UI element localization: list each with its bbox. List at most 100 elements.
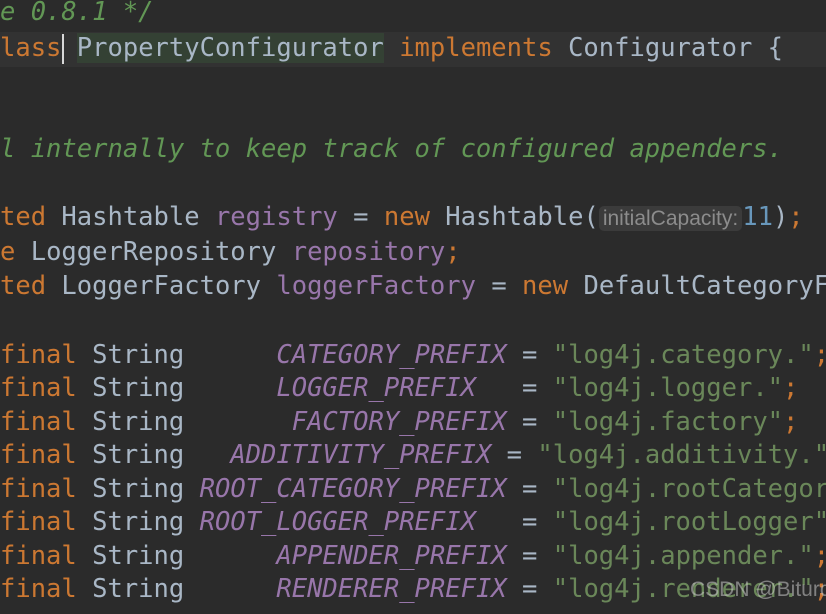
semicolon: ;: [814, 340, 826, 370]
constructor-hashtable[interactable]: Hashtable(: [445, 202, 599, 232]
sp: [537, 474, 552, 504]
assign-operator: =: [522, 407, 538, 437]
code-line-constant[interactable]: final String FACTORY_PREFIX = "log4j.fac…: [0, 406, 826, 440]
keyword-final: final: [0, 340, 77, 370]
sp: [77, 407, 92, 437]
modifier-protected: ted: [0, 202, 47, 232]
assign-operator: =: [506, 440, 523, 470]
code-line-repository-declaration[interactable]: e LoggerRepository repository;: [0, 236, 826, 270]
semicolon: ;: [788, 202, 804, 232]
constant-name[interactable]: FACTORY_PREFIX: [292, 407, 507, 437]
keyword-final: final: [0, 407, 77, 437]
space-12: [46, 271, 61, 301]
sp: [77, 507, 92, 537]
keyword-final: final: [0, 474, 77, 504]
field-repository[interactable]: repository: [292, 237, 446, 267]
type-string[interactable]: String: [92, 373, 184, 403]
modifier-protected-2: ted: [0, 271, 47, 301]
type-string[interactable]: String: [92, 340, 184, 370]
sp: [537, 541, 552, 571]
keyword-final: final: [0, 541, 77, 571]
sp: [507, 407, 522, 437]
type-string[interactable]: String: [92, 407, 184, 437]
parameter-inlay-hint[interactable]: initialCapacity:: [598, 206, 743, 231]
class-name-identifier[interactable]: PropertyConfigurator: [76, 33, 384, 63]
code-line-constant[interactable]: final String ADDITIVITY_PREFIX = "log4j.…: [0, 439, 826, 473]
assign-operator: =: [522, 340, 538, 370]
code-line-constant[interactable]: final String CATEGORY_PREFIX = "log4j.ca…: [0, 339, 826, 373]
code-line-constant[interactable]: final String ROOT_CATEGORY_PREFIX = "log…: [0, 473, 826, 507]
space-5: [46, 202, 61, 232]
code-line-constant[interactable]: final String LOGGER_PREFIX = "log4j.logg…: [0, 372, 826, 406]
assign-operator: =: [522, 373, 538, 403]
assign-operator: =: [522, 574, 538, 604]
field-loggerfactory[interactable]: loggerFactory: [276, 271, 476, 301]
constant-name[interactable]: APPENDER_PREFIX: [276, 541, 506, 571]
space-10: [15, 237, 30, 267]
sp: [77, 574, 92, 604]
type-loggerrepository[interactable]: LoggerRepository: [31, 237, 277, 267]
string-literal: "log4j.appender.": [552, 541, 814, 571]
type-string[interactable]: String: [92, 507, 184, 537]
sp: [507, 373, 522, 403]
type-hashtable[interactable]: Hashtable: [61, 202, 199, 232]
alignment-padding: [184, 340, 276, 370]
keyword-new-2: new: [522, 271, 569, 301]
string-literal: "log4j.logger.": [552, 373, 784, 403]
space-6: [200, 202, 215, 232]
type-string[interactable]: String: [92, 541, 184, 571]
sp: [77, 541, 92, 571]
alignment-padding: [184, 407, 291, 437]
sp: [537, 574, 552, 604]
constant-name[interactable]: ROOT_LOGGER_PREFIX: [200, 507, 507, 537]
type-string[interactable]: String: [92, 474, 184, 504]
string-literal: "log4j.rootCategory: [552, 474, 826, 504]
space-15: [507, 271, 522, 301]
space-14: [476, 271, 491, 301]
sp: [507, 507, 522, 537]
type-string[interactable]: String: [92, 440, 184, 470]
javadoc-comment-text: e 0.8.1 */: [0, 0, 154, 27]
constructor-defaultcategoryfactory[interactable]: DefaultCategoryFac: [583, 271, 826, 301]
sp: [507, 541, 522, 571]
modifier-private: e: [0, 237, 16, 267]
code-line-constant[interactable]: final String RENDERER_PREFIX = "log4j.re…: [0, 573, 826, 607]
constant-name[interactable]: CATEGORY_PREFIX: [276, 340, 506, 370]
semicolon: ;: [783, 407, 799, 437]
space-3: [553, 33, 568, 63]
open-brace: {: [767, 33, 784, 63]
space-7: [338, 202, 353, 232]
alignment-padding: [184, 574, 276, 604]
assign-operator: =: [522, 541, 538, 571]
alignment-padding: [184, 373, 276, 403]
interface-name[interactable]: Configurator: [568, 33, 752, 63]
constant-name[interactable]: LOGGER_PREFIX: [276, 373, 506, 403]
space-4: [752, 33, 767, 63]
keyword-implements: implements: [399, 33, 553, 63]
type-loggerfactory[interactable]: LoggerFactory: [61, 271, 261, 301]
sp: [522, 440, 537, 470]
constant-name[interactable]: ADDITIVITY_PREFIX: [230, 440, 491, 470]
space-16: [568, 271, 583, 301]
code-line-javadoc-tail[interactable]: e 0.8.1 */: [0, 0, 826, 30]
semicolon: ;: [783, 373, 799, 403]
alignment-padding: [184, 541, 276, 571]
sp: [537, 340, 552, 370]
field-registry[interactable]: registry: [215, 202, 338, 232]
keyword-final: final: [0, 507, 77, 537]
code-line-constant[interactable]: final String ROOT_LOGGER_PREFIX = "log4j…: [0, 506, 826, 540]
type-string[interactable]: String: [92, 574, 184, 604]
code-line-class-declaration[interactable]: lass PropertyConfigurator implements Con…: [0, 32, 826, 66]
assign-operator: =: [353, 202, 369, 232]
code-line-constant[interactable]: final String APPENDER_PREFIX = "log4j.ap…: [0, 540, 826, 574]
constant-name[interactable]: RENDERER_PREFIX: [276, 574, 506, 604]
number-literal: 11: [742, 202, 773, 232]
code-line-logger-factory-declaration[interactable]: ted LoggerFactory loggerFactory = new De…: [0, 270, 826, 304]
constant-name[interactable]: ROOT_CATEGORY_PREFIX: [200, 474, 507, 504]
text-caret: [62, 34, 64, 64]
alignment-padding: [184, 474, 199, 504]
code-editor[interactable]: e 0.8.1 */ lass PropertyConfigurator imp…: [0, 0, 826, 614]
code-line-comment[interactable]: l internally to keep track of configured…: [0, 133, 826, 167]
string-literal: "log4j.additivity.": [537, 440, 826, 470]
code-line-registry-declaration[interactable]: ted Hashtable registry = new Hashtable(i…: [0, 201, 826, 235]
